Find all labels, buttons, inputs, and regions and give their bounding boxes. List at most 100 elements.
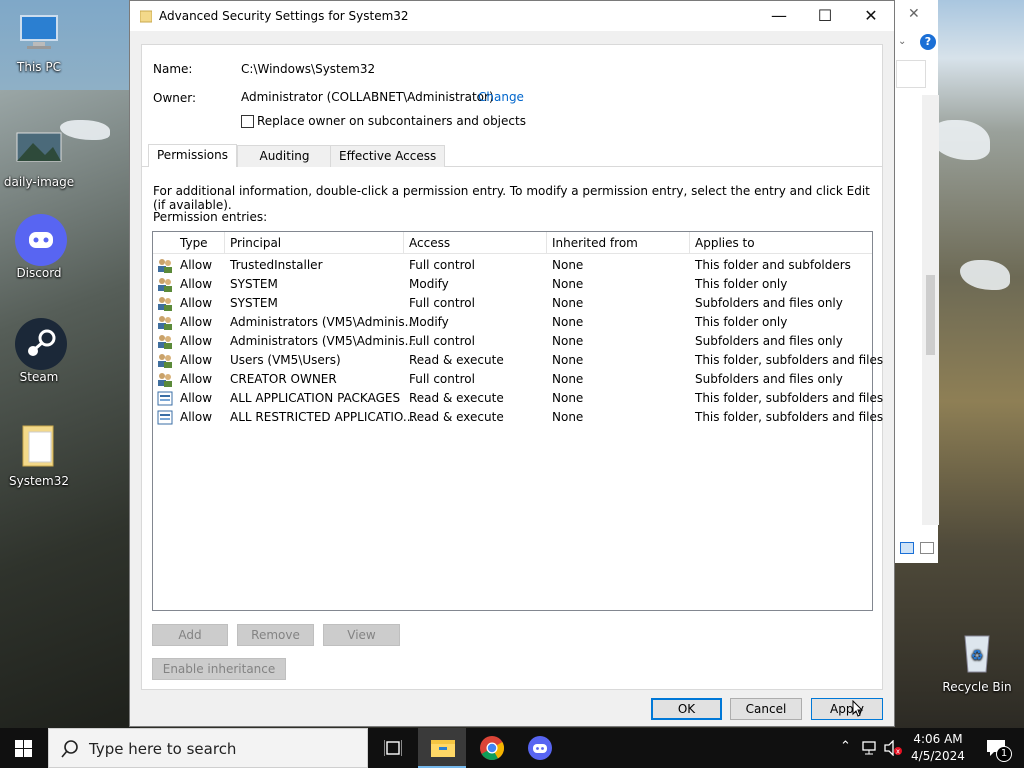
discord-icon xyxy=(15,214,67,266)
view-button[interactable]: View xyxy=(323,624,400,646)
remove-button[interactable]: Remove xyxy=(237,624,314,646)
entry-access: Read & execute xyxy=(409,410,504,424)
user-group-icon xyxy=(157,258,173,273)
entry-principal: Administrators (VM5\Adminis... xyxy=(230,334,417,348)
table-row[interactable]: Allow Users (VM5\Users) Read & execute None… xyxy=(153,351,883,370)
desktop-icon-label: This PC xyxy=(17,60,61,74)
view-toggle-icons[interactable] xyxy=(900,542,936,560)
list-header: Type Principal Access Inherited from App… xyxy=(153,232,872,254)
task-view-button[interactable] xyxy=(368,728,416,768)
minimize-button[interactable]: — xyxy=(756,1,802,31)
desktop-icon-this-pc[interactable]: This PC xyxy=(1,8,77,74)
taskbar-chrome[interactable] xyxy=(468,728,516,768)
taskbar-discord[interactable] xyxy=(516,728,564,768)
tab-auditing[interactable]: Auditing xyxy=(237,145,332,167)
dialog-title: Advanced Security Settings for System32 xyxy=(159,9,409,23)
table-row[interactable]: Allow Administrators (VM5\Adminis... Modif… xyxy=(153,313,872,332)
desktop-icon-daily-image[interactable]: daily-image xyxy=(1,123,77,189)
taskbar: Type here to search ⌃ x 4:06 AM 4/5/2024… xyxy=(0,728,1024,768)
search-box[interactable] xyxy=(896,60,926,88)
user-group-icon xyxy=(157,372,173,387)
taskbar-file-explorer[interactable] xyxy=(418,728,466,768)
tab-permissions[interactable]: Permissions xyxy=(148,144,237,167)
entry-type: Allow xyxy=(180,372,213,386)
entry-applies-to: This folder only xyxy=(695,315,788,329)
task-view-icon xyxy=(384,740,402,756)
discord-icon xyxy=(528,736,552,760)
user-group-icon xyxy=(157,277,173,292)
replace-owner-label[interactable]: Replace owner on subcontainers and objec… xyxy=(257,114,526,128)
taskbar-search-box[interactable]: Type here to search xyxy=(48,728,368,768)
entry-inherited-from: None xyxy=(552,315,584,329)
table-row[interactable]: Allow SYSTEM Full control None Subfolders an… xyxy=(153,294,872,313)
folder-icon xyxy=(15,422,63,470)
entry-principal: SYSTEM xyxy=(230,277,278,291)
entry-principal: ALL RESTRICTED APPLICATIO... xyxy=(230,410,415,424)
change-owner-link[interactable]: Change xyxy=(478,90,524,104)
scrollbar-thumb[interactable] xyxy=(926,275,935,355)
desktop-icon-steam[interactable]: Steam xyxy=(1,318,77,384)
recycle-bin-icon: ♻ xyxy=(953,628,1001,676)
column-header-type[interactable]: Type xyxy=(180,236,208,250)
entry-inherited-from: None xyxy=(552,391,584,405)
table-row[interactable]: Allow CREATOR OWNER Full control None Subfol… xyxy=(153,370,872,389)
desktop-icon-system32[interactable]: System32 xyxy=(1,422,77,488)
table-row[interactable]: Allow ALL APPLICATION PACKAGES Read & exec… xyxy=(153,389,883,408)
entry-applies-to: Subfolders and files only xyxy=(695,334,843,348)
entry-access: Full control xyxy=(409,296,475,310)
entry-access: Modify xyxy=(409,315,449,329)
entry-access: Modify xyxy=(409,277,449,291)
entry-access: Read & execute xyxy=(409,353,504,367)
help-icon[interactable]: ? xyxy=(920,34,936,50)
permission-entries-label: Permission entries: xyxy=(153,210,268,224)
entry-type: Allow xyxy=(180,315,213,329)
add-button[interactable]: Add xyxy=(152,624,228,646)
close-button[interactable]: ✕ xyxy=(848,1,894,31)
table-row[interactable]: Allow TrustedInstaller Full control None Thi… xyxy=(153,256,872,275)
entry-applies-to: Subfolders and files only xyxy=(695,372,843,386)
cancel-button[interactable]: Cancel xyxy=(730,698,802,720)
table-row[interactable]: Allow Administrators (VM5\Adminis... Full … xyxy=(153,332,872,351)
table-row[interactable]: Allow SYSTEM Modify None This folder only xyxy=(153,275,872,294)
network-icon[interactable] xyxy=(862,741,878,755)
enable-inheritance-button[interactable]: Enable inheritance xyxy=(152,658,286,680)
vertical-scrollbar[interactable] xyxy=(922,95,939,525)
search-icon xyxy=(61,740,78,758)
tab-effective-access[interactable]: Effective Access xyxy=(330,145,446,167)
desktop-icon-label: Recycle Bin xyxy=(942,680,1012,694)
user-group-icon xyxy=(157,296,173,311)
desktop-icon-discord[interactable]: Discord xyxy=(1,214,77,280)
start-button[interactable] xyxy=(0,728,48,768)
entry-inherited-from: None xyxy=(552,372,584,386)
desktop-icon-recycle-bin[interactable]: ♻ Recycle Bin xyxy=(936,628,1018,694)
entry-applies-to: This folder, subfolders and files xyxy=(695,391,884,405)
dialog-titlebar[interactable]: Advanced Security Settings for System32 … xyxy=(130,1,894,31)
file-explorer-icon xyxy=(431,740,455,757)
entry-applies-to: Subfolders and files only xyxy=(695,296,843,310)
chevron-up-icon[interactable]: ⌃ xyxy=(840,739,851,754)
chevron-down-icon[interactable]: ⌄ xyxy=(898,36,906,47)
entry-type: Allow xyxy=(180,391,213,405)
column-header-inherited-from[interactable]: Inherited from xyxy=(552,236,638,250)
ok-button[interactable]: OK xyxy=(651,698,722,720)
svg-text:♻: ♻ xyxy=(971,648,984,664)
column-header-access[interactable]: Access xyxy=(409,236,450,250)
column-header-applies-to[interactable]: Applies to xyxy=(695,236,755,250)
system-tray: ⌃ x xyxy=(838,728,906,768)
replace-owner-checkbox[interactable] xyxy=(241,115,254,128)
maximize-button[interactable]: ☐ xyxy=(802,1,848,31)
clock-time: 4:06 AM xyxy=(913,732,963,746)
apply-button[interactable]: Apply xyxy=(811,698,883,720)
entry-principal: Users (VM5\Users) xyxy=(230,353,341,367)
permission-entries-list[interactable]: Type Principal Access Inherited from App… xyxy=(152,231,883,611)
column-header-principal[interactable]: Principal xyxy=(230,236,281,250)
table-row[interactable]: Allow ALL RESTRICTED APPLICATIO... Read & … xyxy=(153,408,883,427)
computer-icon xyxy=(15,8,63,56)
taskbar-clock[interactable]: 4:06 AM 4/5/2024 xyxy=(906,731,970,765)
entry-access: Full control xyxy=(409,258,475,272)
entry-access: Full control xyxy=(409,334,475,348)
close-icon[interactable]: ✕ xyxy=(908,6,920,22)
name-label: Name: xyxy=(153,62,193,76)
notification-center-button[interactable]: 1 xyxy=(978,728,1022,768)
volume-muted-icon[interactable]: x xyxy=(884,740,902,756)
